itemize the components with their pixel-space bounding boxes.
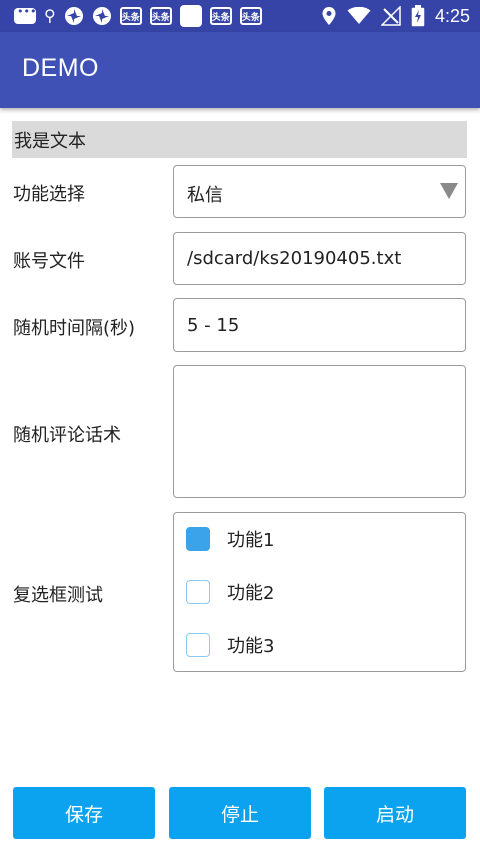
app-title: DEMO	[22, 54, 99, 82]
pinwheel-icon	[64, 7, 83, 25]
checkbox-option-2[interactable]: 功能2	[186, 577, 274, 607]
checkbox-test-label: 复选框测试	[13, 585, 103, 606]
notification-icons: ⚲ 头条 头条 头条 头条	[14, 5, 262, 27]
function-select-dropdown[interactable]: 私信	[173, 165, 466, 218]
stop-button[interactable]: 停止	[169, 787, 311, 839]
interval-label: 随机时间隔(秒)	[13, 318, 136, 339]
location-icon	[322, 7, 336, 25]
checkbox-unchecked-icon[interactable]	[186, 633, 210, 657]
wifi-icon	[347, 7, 371, 24]
clock: 4:25	[434, 5, 470, 26]
message-icon	[14, 5, 36, 24]
no-signal-icon	[380, 6, 401, 26]
checkbox-checked-icon[interactable]	[186, 527, 210, 551]
function-select-value: 私信	[187, 185, 223, 206]
checkbox-label: 功能3	[227, 636, 275, 657]
header-text: 我是文本	[14, 130, 86, 152]
interval-value: 5 - 15	[187, 315, 240, 336]
pinwheel-icon	[92, 7, 111, 25]
checkbox-label: 功能1	[227, 530, 275, 551]
app-bar: DEMO	[0, 32, 480, 108]
comment-label: 随机评论话术	[13, 425, 121, 446]
status-bar: ⚲ 头条 头条 头条 头条 4:25	[0, 0, 480, 32]
toutiao-icon: 头条	[209, 7, 232, 25]
account-file-input[interactable]: /sdcard/ks20190405.txt	[173, 232, 466, 285]
account-file-value: /sdcard/ks20190405.txt	[187, 248, 402, 269]
header-text-row: 我是文本	[12, 121, 467, 158]
checkbox-group: 功能1 功能2 功能3	[173, 512, 466, 672]
function-select-label: 功能选择	[13, 184, 85, 205]
comment-textarea[interactable]	[173, 365, 466, 498]
save-button[interactable]: 保存	[13, 787, 155, 839]
system-icons: 4:25	[321, 0, 470, 32]
checkbox-option-1[interactable]: 功能1	[186, 524, 274, 554]
dropdown-arrow-icon	[440, 183, 458, 199]
checkbox-option-3[interactable]: 功能3	[186, 630, 274, 660]
interval-input[interactable]: 5 - 15	[173, 298, 466, 352]
toutiao-icon: 头条	[149, 7, 172, 25]
account-file-label: 账号文件	[13, 251, 85, 272]
checkbox-unchecked-icon[interactable]	[186, 580, 210, 604]
blank-app-icon	[179, 5, 202, 27]
search-icon: ⚲	[44, 6, 56, 25]
toutiao-icon: 头条	[239, 7, 262, 25]
battery-charging-icon	[411, 5, 425, 27]
toutiao-icon: 头条	[119, 7, 142, 25]
start-button[interactable]: 启动	[324, 787, 466, 839]
checkbox-label: 功能2	[227, 583, 275, 604]
